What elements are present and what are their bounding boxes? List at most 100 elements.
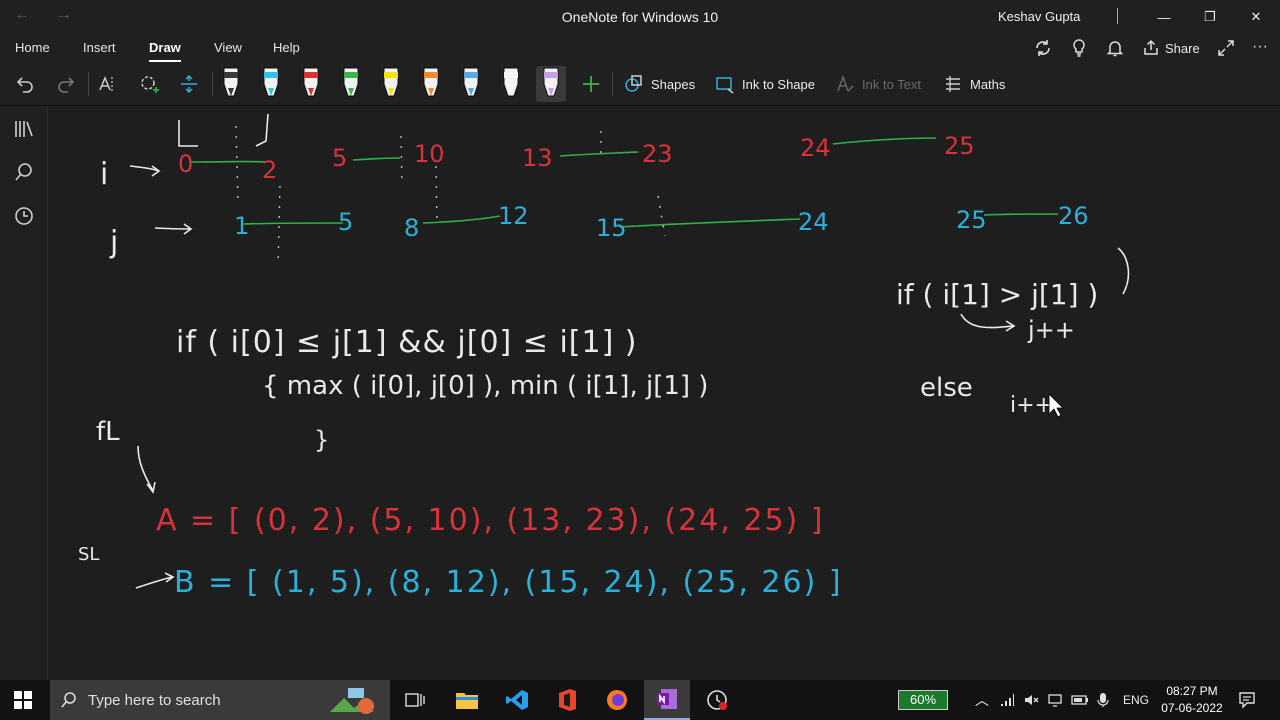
- folder-icon: [456, 693, 478, 709]
- office-icon: [559, 689, 576, 711]
- chevron-up-icon[interactable]: ︿: [975, 690, 989, 710]
- label-a1: 2: [262, 156, 277, 184]
- share-icon: [1144, 39, 1158, 55]
- lightbulb-icon[interactable]: [1069, 38, 1089, 58]
- array-b: B = [ (1, 5), (8, 12), (15, 24), (25, 26…: [174, 565, 843, 600]
- volume-mute-icon[interactable]: [1023, 692, 1039, 708]
- label-b4: 15: [596, 214, 627, 242]
- ink-to-shape-button[interactable]: Ink to Shape: [714, 62, 815, 106]
- toolbar-separator: [88, 72, 89, 96]
- ink-to-text-button: Ink to Text: [834, 62, 921, 106]
- vscode-button[interactable]: [494, 680, 540, 720]
- screen-recorder-button[interactable]: [694, 680, 740, 720]
- notifications-icon[interactable]: [1238, 691, 1256, 709]
- minimize-icon: —: [1157, 9, 1171, 25]
- maths-label: Maths: [970, 76, 1006, 92]
- language-indicator[interactable]: ENG: [1123, 693, 1149, 707]
- right-then: j++: [1027, 316, 1075, 344]
- shapes-button[interactable]: Shapes: [623, 62, 695, 106]
- tab-insert[interactable]: Insert: [83, 40, 116, 55]
- tab-home[interactable]: Home: [15, 40, 50, 55]
- close-brace: }: [314, 426, 329, 454]
- battery-icon[interactable]: [1071, 692, 1089, 708]
- redo-icon[interactable]: [56, 74, 76, 94]
- maths-icon: [946, 76, 960, 92]
- pen-orange-icon[interactable]: [416, 66, 446, 102]
- lasso-select-icon[interactable]: [97, 73, 119, 95]
- search-icon[interactable]: [13, 161, 35, 183]
- task-view-button[interactable]: [392, 680, 438, 720]
- firefox-icon: [607, 690, 627, 710]
- ink-to-text-icon: [837, 74, 854, 92]
- pen-purple-icon[interactable]: [536, 66, 566, 102]
- close-icon: ✕: [1250, 9, 1262, 24]
- right-else: else: [920, 373, 973, 403]
- tab-draw[interactable]: Draw: [149, 40, 181, 62]
- eraser-icon[interactable]: [138, 73, 160, 95]
- close-button[interactable]: ✕: [1233, 0, 1279, 34]
- ink-to-shape-icon: [716, 77, 734, 94]
- title-bar: ← → OneNote for Windows 10 Keshav Gupta …: [0, 0, 1280, 34]
- tab-view[interactable]: View: [214, 40, 242, 55]
- recent-icon[interactable]: [13, 205, 35, 227]
- clock-date: 07-06-2022: [1161, 701, 1223, 715]
- pen-lightblue-icon[interactable]: [456, 66, 486, 102]
- highlighter-yellow-icon[interactable]: [376, 66, 406, 102]
- file-explorer-button[interactable]: [444, 680, 490, 720]
- condition-line-1: if ( i[0] ≤ j[1] && j[0] ≤ i[1] ): [176, 325, 638, 360]
- firefox-button[interactable]: [594, 680, 640, 720]
- user-name[interactable]: Keshav Gupta: [998, 9, 1080, 24]
- label-a2: 5: [332, 144, 347, 172]
- label-b6: 25: [956, 206, 987, 234]
- toolbar-separator: [212, 72, 213, 96]
- battery-indicator[interactable]: 60%: [898, 690, 948, 710]
- office-button[interactable]: [544, 680, 590, 720]
- pen-red-icon[interactable]: [296, 66, 326, 102]
- label-a5: 23: [642, 140, 673, 168]
- ribbon-tabs: Home Insert Draw View Help Share ···: [0, 34, 1280, 62]
- pen-green-icon[interactable]: [336, 66, 366, 102]
- pen-black-icon[interactable]: [216, 66, 246, 102]
- label-b2: 8: [404, 214, 419, 242]
- shapes-icon: [625, 75, 642, 92]
- microphone-icon[interactable]: [1097, 692, 1109, 708]
- notebooks-icon[interactable]: [13, 118, 35, 140]
- pen-white-icon[interactable]: [496, 66, 526, 102]
- fullscreen-icon[interactable]: [1216, 38, 1236, 58]
- maths-button[interactable]: Maths: [942, 62, 1005, 106]
- shapes-label: Shapes: [651, 76, 696, 92]
- label-a6: 24: [800, 134, 831, 162]
- start-button[interactable]: [0, 680, 46, 720]
- vscode-icon: [506, 690, 528, 710]
- taskbar-search-box[interactable]: Type here to search: [50, 680, 390, 720]
- search-icon: [61, 692, 76, 708]
- recorder-icon: [707, 690, 727, 710]
- more-icon[interactable]: ···: [1252, 38, 1268, 56]
- network-icon[interactable]: [999, 692, 1015, 708]
- label-b0: 1: [234, 212, 249, 240]
- add-pen-icon[interactable]: [580, 73, 602, 95]
- task-view-icon: [405, 693, 425, 707]
- clock-time: 08:27 PM: [1166, 684, 1218, 698]
- onenote-button[interactable]: [644, 680, 690, 720]
- guide-dots: [235, 125, 666, 267]
- minimize-button[interactable]: —: [1141, 0, 1187, 34]
- sync-icon[interactable]: [1033, 38, 1053, 58]
- label-b3: 12: [498, 202, 529, 230]
- bell-icon[interactable]: [1105, 38, 1125, 58]
- tab-help[interactable]: Help: [273, 40, 300, 55]
- undo-icon[interactable]: [15, 74, 35, 94]
- note-canvas[interactable]: 0 2 5 10 13 23 24 25 1 5 8 12 15 24 25 2…: [48, 106, 1280, 680]
- display-icon[interactable]: [1047, 692, 1063, 708]
- label-j: j: [109, 225, 118, 260]
- restore-button[interactable]: ❐: [1187, 0, 1233, 34]
- right-else-action: i++: [1010, 393, 1053, 418]
- clock[interactable]: 08:27 PM 07-06-2022: [1150, 683, 1234, 717]
- label-b5: 24: [798, 208, 829, 236]
- share-button[interactable]: Share: [1142, 39, 1200, 57]
- right-condition: if ( i[1] > j[1] ): [896, 278, 1098, 311]
- add-space-icon[interactable]: [178, 73, 200, 95]
- row2-labels: 1 5 8 12 15 24 25 26: [234, 202, 1089, 242]
- pen-cyan-icon[interactable]: [256, 66, 286, 102]
- draw-toolbar: Shapes Ink to Shape Ink to Text Maths: [0, 62, 1280, 106]
